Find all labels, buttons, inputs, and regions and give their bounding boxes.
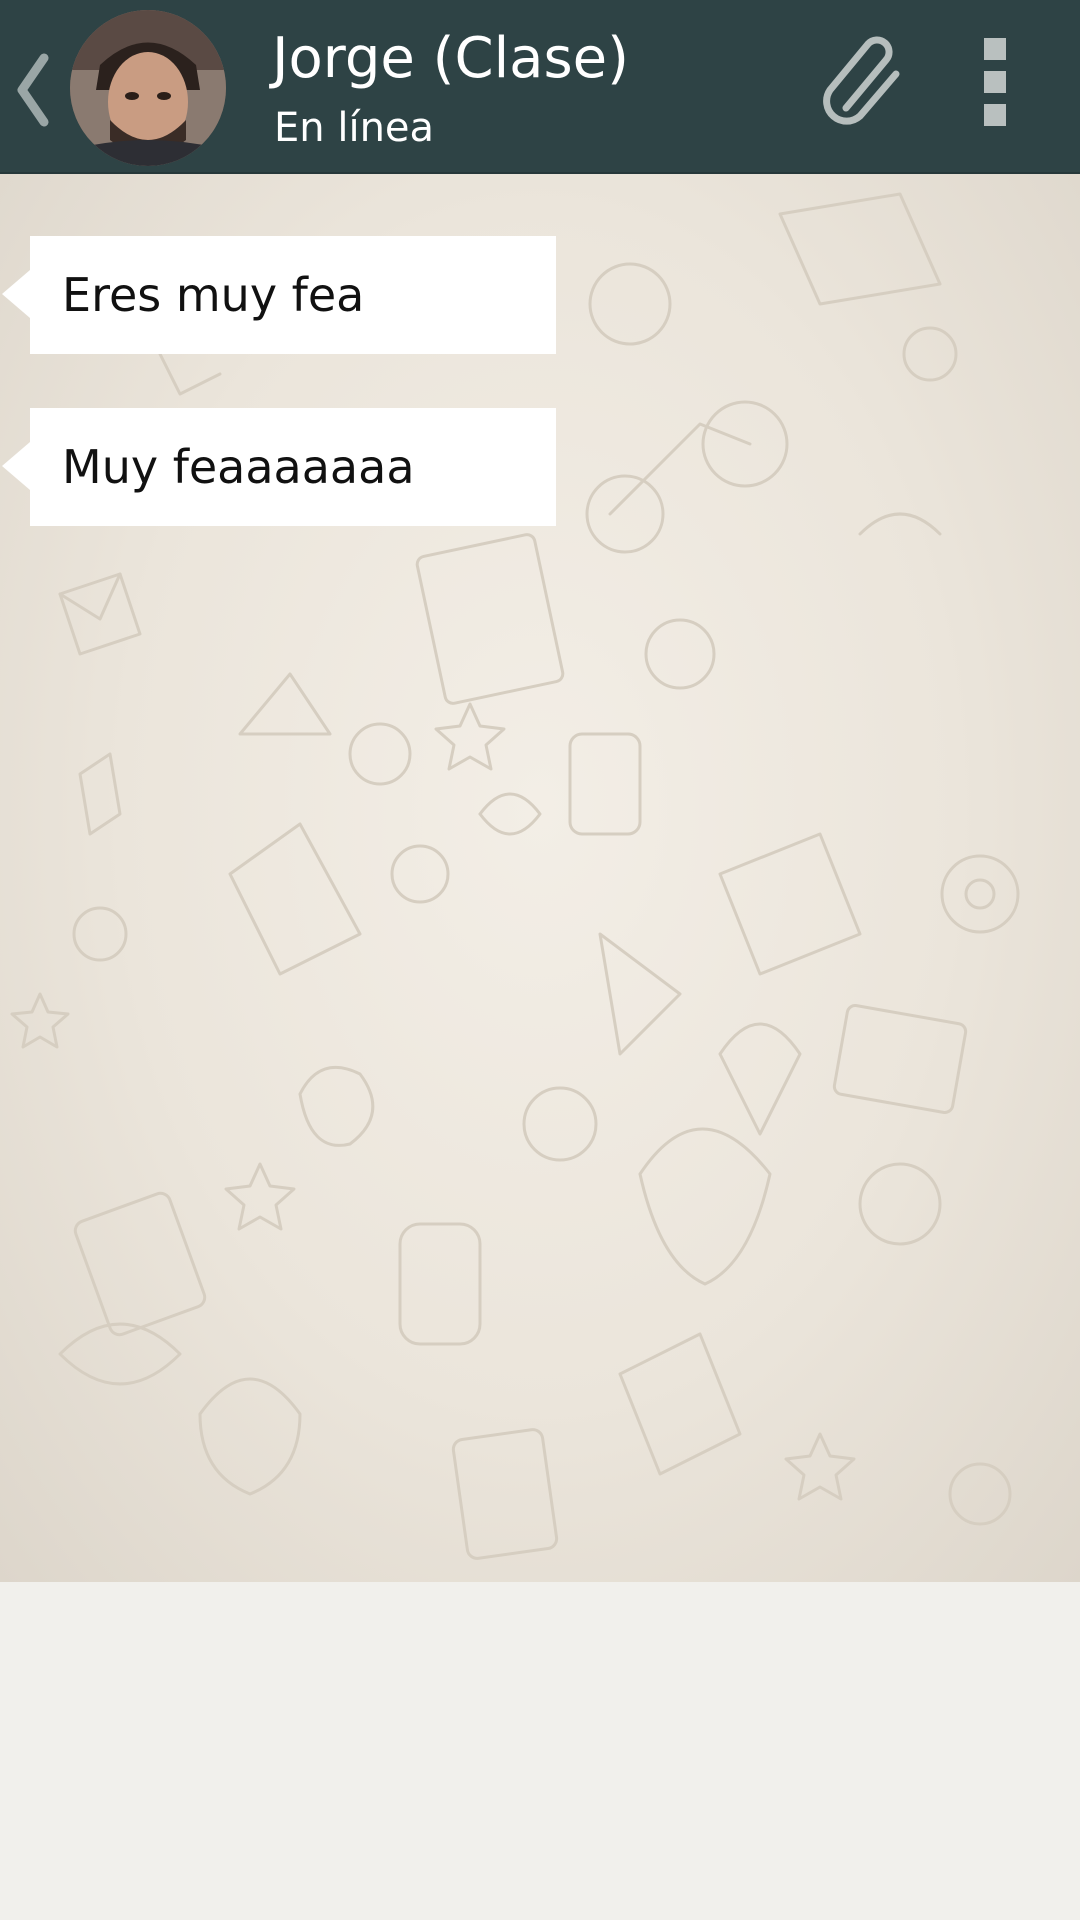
avatar-photo <box>70 10 226 166</box>
message-bubble[interactable]: Eres muy fea <box>2 236 556 354</box>
back-button[interactable] <box>10 48 58 128</box>
contact-avatar[interactable] <box>70 10 226 166</box>
paperclip-icon <box>823 36 900 125</box>
message-text: Muy feaaaaaaa <box>62 440 415 494</box>
chat-header: Jorge (Clase) En línea <box>0 0 1080 174</box>
chat-area[interactable]: Eres muy fea Muy feaaaaaaa <box>0 174 1080 1582</box>
contact-status: En línea <box>274 105 435 151</box>
message-bubble[interactable]: Muy feaaaaaaa <box>2 408 556 526</box>
overflow-menu-button[interactable] <box>978 34 1014 130</box>
attach-button[interactable] <box>812 30 912 130</box>
contact-name[interactable]: Jorge (Clase) <box>272 24 629 94</box>
wallpaper-doodles <box>10 192 1020 1560</box>
message-text: Eres muy fea <box>62 268 365 322</box>
overflow-menu-icon <box>984 38 1006 60</box>
chevron-left-icon <box>17 53 49 127</box>
composer-area <box>0 1582 1080 1920</box>
